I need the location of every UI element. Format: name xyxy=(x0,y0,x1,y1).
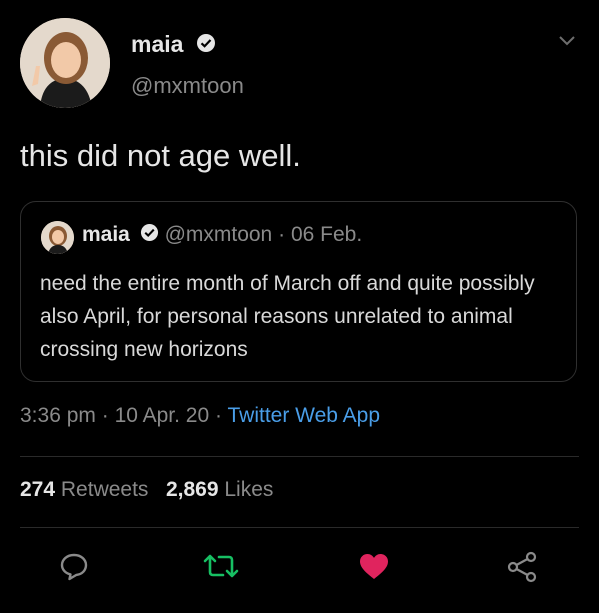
share-icon[interactable] xyxy=(505,550,539,589)
quoted-tweet[interactable]: maia @mxmtoon · 06 Feb. need the entire … xyxy=(20,201,577,382)
retweet-icon[interactable] xyxy=(201,550,241,587)
divider xyxy=(20,527,579,528)
reply-icon[interactable] xyxy=(58,550,90,587)
author-avatar[interactable] xyxy=(20,18,110,108)
likes-count: 2,869 xyxy=(165,478,219,501)
quoted-separator: · xyxy=(278,223,286,247)
quoted-header: maia @mxmtoon · 06 Feb. xyxy=(82,223,362,248)
likes-stat[interactable]: 2,869 Likes xyxy=(166,478,273,501)
verified-badge-icon xyxy=(196,32,216,59)
author-name[interactable]: maia xyxy=(131,31,216,59)
quoted-author-name: maia xyxy=(82,223,130,247)
tweet-meta: 3:36 pm · 10 Apr. 20 · Twitter Web App xyxy=(20,404,380,428)
tweet-source-link[interactable]: Twitter Web App xyxy=(227,404,380,427)
tweet-text: this did not age well. xyxy=(20,138,301,173)
likes-label: Likes xyxy=(224,478,274,501)
meta-separator: · xyxy=(101,404,109,427)
retweets-label: Retweets xyxy=(60,478,149,501)
author-name-text: maia xyxy=(131,31,184,57)
retweets-count: 274 xyxy=(20,478,56,501)
chevron-down-icon[interactable] xyxy=(557,34,577,53)
quoted-date: 06 Feb. xyxy=(290,223,363,247)
author-handle[interactable]: @mxmtoon xyxy=(131,73,244,99)
tweet-stats: 274 Retweets 2,869 Likes xyxy=(20,478,273,502)
tweet-time: 3:36 pm xyxy=(20,404,96,427)
meta-separator: · xyxy=(215,404,223,427)
divider xyxy=(20,456,579,457)
quoted-author-avatar xyxy=(41,221,74,254)
like-icon[interactable] xyxy=(357,550,391,587)
quoted-tweet-text: need the entire month of March off and q… xyxy=(40,272,535,361)
verified-badge-icon xyxy=(140,223,159,248)
tweet-date: 10 Apr. 20 xyxy=(114,404,210,427)
retweets-stat[interactable]: 274 Retweets xyxy=(20,478,148,501)
quoted-author-handle: @mxmtoon xyxy=(164,223,273,247)
